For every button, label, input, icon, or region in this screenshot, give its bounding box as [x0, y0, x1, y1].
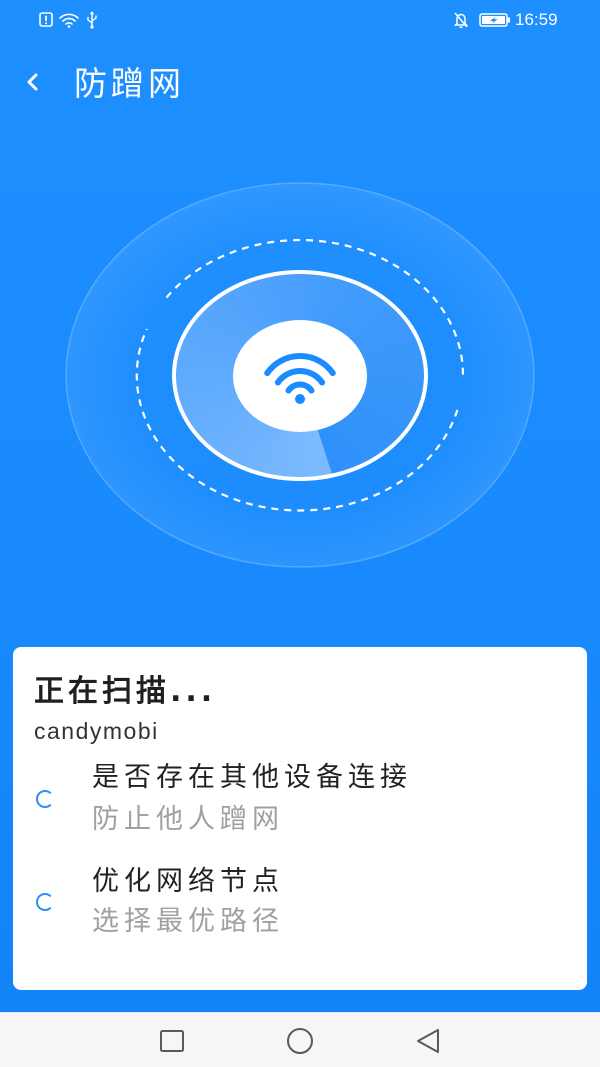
status-bar: 16:59: [0, 0, 600, 40]
home-button[interactable]: [278, 1019, 322, 1063]
usb-icon: [87, 11, 97, 29]
scan-item-title: 优化网络节点: [92, 866, 284, 897]
status-time: 16:59: [515, 10, 558, 29]
loading-spinner-icon: [36, 893, 54, 911]
back-icon: [417, 1029, 439, 1053]
nav-back-button[interactable]: [406, 1019, 450, 1063]
scan-item-subtitle: 选择最优路径: [92, 906, 284, 937]
scan-status-title: 正在扫描...: [34, 674, 217, 709]
wifi-icon: [264, 353, 336, 404]
system-nav-bar: [0, 1012, 600, 1067]
loading-spinner-icon: [36, 790, 54, 808]
battery-charging-icon: [479, 13, 510, 27]
scan-item-title: 是否存在其他设备连接: [92, 762, 412, 793]
home-icon: [287, 1028, 313, 1054]
scan-item: 是否存在其他设备连接 防止他人蹭网: [13, 757, 587, 847]
page-title: 防蹭网: [74, 64, 185, 103]
scan-item: 优化网络节点 选择最优路径: [13, 861, 587, 951]
back-button[interactable]: [14, 62, 52, 102]
chevron-left-icon: [27, 73, 38, 91]
alert-icon: [39, 12, 53, 27]
notifications-off-icon: [453, 12, 469, 29]
scan-status-card: 正在扫描... candymobi 是否存在其他设备连接 防止他人蹭网 优化网络…: [13, 647, 587, 990]
radar-center-badge: [233, 320, 367, 432]
scan-item-subtitle: 防止他人蹭网: [92, 804, 284, 835]
network-name: candymobi: [34, 718, 159, 744]
wifi-signal-icon: [59, 13, 79, 28]
recent-apps-button[interactable]: [150, 1019, 194, 1063]
recent-apps-icon: [160, 1030, 184, 1052]
